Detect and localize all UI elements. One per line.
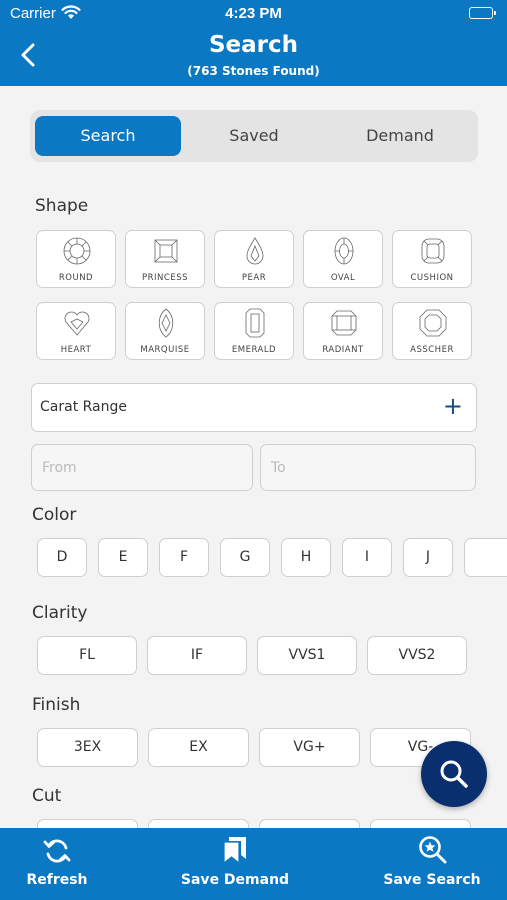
round-diamond-icon (63, 237, 91, 265)
status-bar: Carrier 4:23 PM (0, 0, 507, 28)
finish-chip-vg-plus[interactable]: VG+ (259, 728, 360, 767)
shape-cushion-button[interactable]: CUSHION (392, 230, 472, 288)
marquise-diamond-icon (158, 308, 174, 338)
shape-pear-button[interactable]: PEAR (214, 230, 294, 288)
carat-range-toggle[interactable]: Carat Range + (31, 383, 477, 432)
cushion-diamond-icon (421, 238, 445, 264)
clarity-chip-if[interactable]: IF (147, 636, 247, 675)
cut-section-title: Cut (32, 786, 62, 806)
search-star-icon (419, 836, 447, 864)
carat-to-input[interactable] (260, 444, 476, 491)
refresh-button[interactable]: Refresh (10, 828, 104, 900)
color-section-title: Color (32, 505, 77, 525)
shape-round-button[interactable]: ROUND (36, 230, 116, 288)
shape-asscher-button[interactable]: ASSCHER (392, 302, 472, 360)
search-icon (440, 760, 468, 788)
emerald-diamond-icon (245, 308, 265, 338)
asscher-diamond-icon (419, 309, 447, 337)
shape-label: ASSCHER (410, 345, 454, 355)
save-demand-label: Save Demand (180, 872, 290, 888)
nav-header: Search (763 Stones Found) (0, 28, 507, 86)
finish-section-title: Finish (32, 695, 81, 715)
oval-diamond-icon (334, 237, 354, 265)
carat-range-label: Carat Range (40, 399, 128, 415)
search-form: Search Saved Demand Shape ROUND PRINCESS (0, 86, 507, 828)
clock-time: 4:23 PM (225, 5, 282, 22)
clarity-section-title: Clarity (32, 603, 88, 623)
shape-oval-button[interactable]: OVAL (303, 230, 383, 288)
shape-label: OVAL (330, 273, 356, 283)
cut-chip[interactable] (370, 819, 471, 828)
shape-label: MARQUISE (140, 345, 190, 355)
plus-icon: + (442, 392, 463, 420)
princess-diamond-icon (154, 239, 178, 263)
color-chip-h[interactable]: H (281, 538, 331, 577)
shape-label: EMERALD (231, 345, 277, 355)
bottom-toolbar: Refresh Save Demand Save Search (0, 828, 507, 900)
shape-label: RADIANT (322, 345, 364, 355)
color-chip-d[interactable]: D (37, 538, 87, 577)
refresh-label: Refresh (26, 872, 88, 888)
color-chip-next[interactable] (464, 538, 507, 577)
save-search-button[interactable]: Save Search (381, 828, 483, 900)
segmented-control: Search Saved Demand (30, 110, 478, 162)
battery-icon (469, 7, 496, 19)
finish-chip-3ex[interactable]: 3EX (37, 728, 138, 767)
shape-section-title: Shape (35, 196, 89, 216)
clarity-chip-vvs2[interactable]: VVS2 (367, 636, 467, 675)
color-chip-g[interactable]: G (220, 538, 270, 577)
shape-heart-button[interactable]: HEART (36, 302, 116, 360)
carat-from-input[interactable] (31, 444, 253, 491)
color-chip-j[interactable]: J (403, 538, 453, 577)
cut-chip[interactable] (259, 819, 360, 828)
cut-chip[interactable] (148, 819, 249, 828)
radiant-diamond-icon (331, 310, 357, 336)
clarity-chip-fl[interactable]: FL (37, 636, 137, 675)
shape-emerald-button[interactable]: EMERALD (214, 302, 294, 360)
tab-demand[interactable]: Demand (327, 116, 473, 156)
tab-search[interactable]: Search (35, 116, 181, 156)
page-title: Search (208, 32, 299, 58)
color-chip-e[interactable]: E (98, 538, 148, 577)
shape-label: HEART (60, 345, 92, 355)
clarity-chip-vvs1[interactable]: VVS1 (257, 636, 357, 675)
tab-saved[interactable]: Saved (181, 116, 327, 156)
shape-label: PRINCESS (142, 273, 188, 283)
shape-marquise-button[interactable]: MARQUISE (125, 302, 205, 360)
color-chip-i[interactable]: I (342, 538, 392, 577)
floating-search-button[interactable] (421, 741, 487, 807)
refresh-icon (43, 839, 71, 863)
bookmarks-icon (223, 837, 246, 865)
stones-found-count: (763 Stones Found) (187, 64, 320, 78)
shape-label: PEAR (241, 273, 267, 283)
finish-chip-ex[interactable]: EX (148, 728, 249, 767)
save-search-label: Save Search (383, 872, 481, 888)
heart-diamond-icon (64, 311, 90, 336)
shape-radiant-button[interactable]: RADIANT (303, 302, 383, 360)
pear-diamond-icon (246, 237, 264, 265)
cut-chip[interactable] (37, 819, 138, 828)
save-demand-button[interactable]: Save Demand (175, 828, 295, 900)
shape-princess-button[interactable]: PRINCESS (125, 230, 205, 288)
shape-label: CUSHION (410, 273, 454, 283)
color-chip-f[interactable]: F (159, 538, 209, 577)
shape-label: ROUND (58, 273, 94, 283)
